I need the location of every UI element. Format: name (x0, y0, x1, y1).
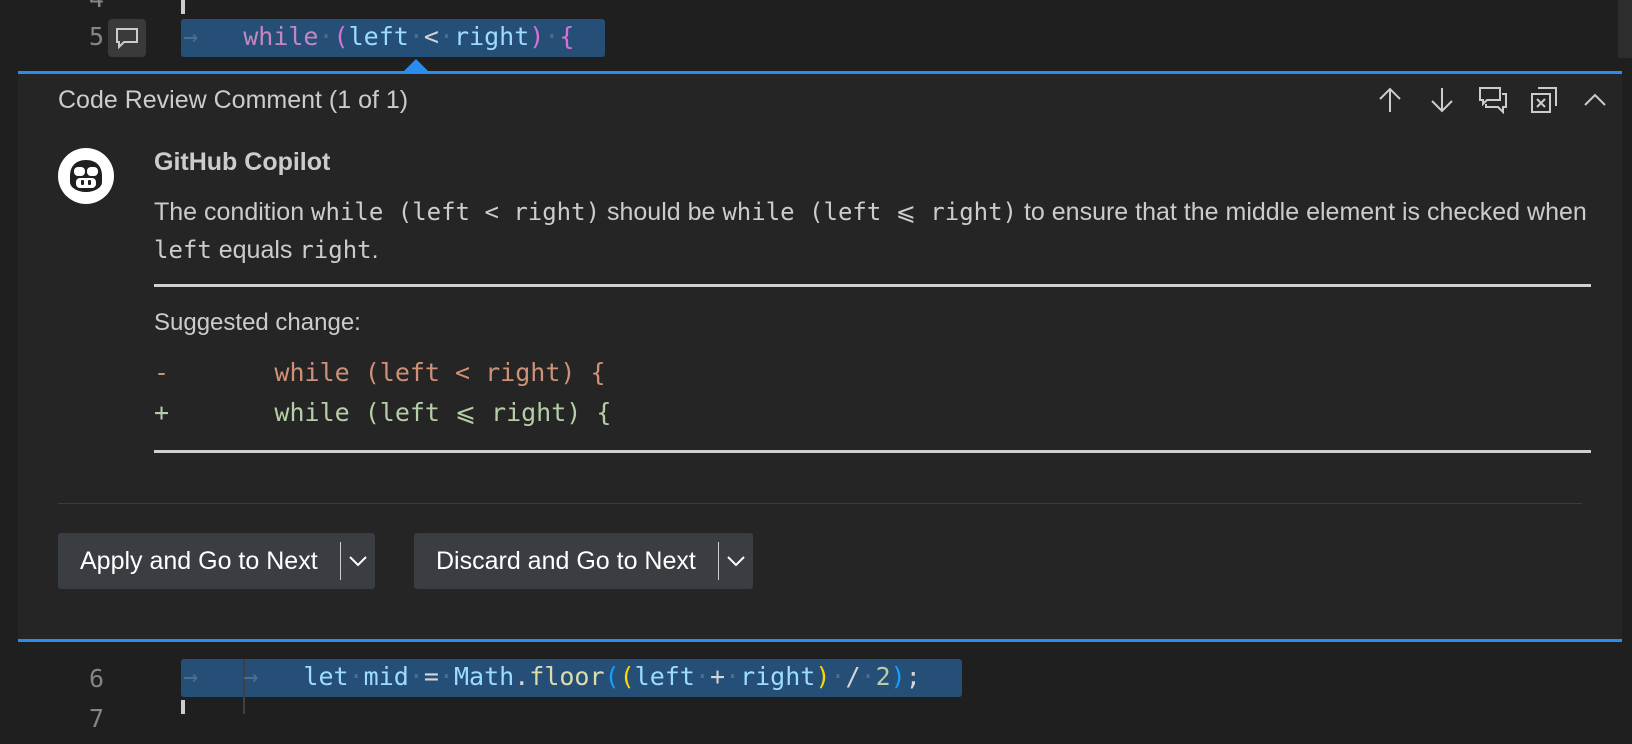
suggestion-top-rule (154, 284, 1591, 287)
code-text: → → let·mid·=·Math.floor((left·+·right)·… (183, 662, 921, 691)
chevron-down-icon (348, 556, 367, 567)
actions-divider (58, 503, 1582, 504)
diff-removed-line: - while (left < right) { (154, 358, 606, 387)
code-token: ( (604, 662, 620, 691)
code-token: mid (363, 662, 409, 691)
code-token: + (709, 662, 725, 691)
code-token: right (454, 22, 530, 51)
code-token: · (348, 662, 364, 691)
zone-pointer-arrow (403, 59, 429, 72)
code-token: · (830, 662, 846, 691)
line-number: 6 (88, 664, 104, 693)
code-token: floor (529, 662, 605, 691)
comment-text: should be (600, 198, 723, 226)
gutter-indent-mark (181, 700, 185, 714)
line-number: 7 (88, 704, 104, 733)
code-token: left (348, 22, 409, 51)
line-number: 4 (64, 0, 104, 13)
copilot-icon (70, 160, 102, 192)
vertical-scrollbar[interactable] (1618, 0, 1632, 58)
code-token: ( (619, 662, 635, 691)
diff-added-line: + while (left ⩽ right) { (154, 398, 612, 427)
code-token: right (740, 662, 816, 691)
arrow-up-icon[interactable] (1373, 83, 1407, 117)
code-token: left (634, 662, 695, 691)
apply-and-next-button[interactable]: Apply and Go to Next (58, 547, 340, 576)
comment-body: The condition while (left < right) shoul… (154, 193, 1594, 269)
comment-text: The condition (154, 198, 312, 226)
comment-text: equals (211, 236, 300, 264)
copilot-avatar (58, 148, 114, 204)
code-token: · (544, 22, 560, 51)
zone-top-border (18, 71, 1622, 74)
code-token: · (438, 22, 455, 51)
discard-split-button: Discard and Go to Next (414, 533, 753, 589)
code-token: · (725, 662, 741, 691)
code-token: → (183, 22, 244, 51)
comment-text: . (371, 236, 379, 264)
code-token: ; (905, 662, 921, 691)
code-token: while (243, 22, 319, 51)
code-token: · (408, 22, 424, 51)
code-token: · (318, 22, 334, 51)
comment-glyph-icon[interactable] (108, 19, 146, 57)
collapse-icon[interactable] (1578, 83, 1612, 117)
inline-code: while (left < right) (311, 198, 601, 226)
inline-code: right (299, 236, 372, 264)
code-token: ) (815, 662, 831, 691)
suggestion-bottom-rule (154, 450, 1591, 453)
code-token: 2 (875, 662, 891, 691)
code-token: < (423, 22, 439, 51)
code-token: · (438, 662, 454, 691)
chevron-down-icon (727, 556, 745, 567)
discard-dropdown-button[interactable] (719, 533, 753, 589)
code-token: . (514, 662, 530, 691)
discard-and-next-button[interactable]: Discard and Go to Next (414, 547, 718, 576)
code-token: ( (333, 22, 349, 51)
code-token: · (408, 662, 424, 691)
close-all-icon[interactable] (1527, 83, 1561, 117)
code-text: → while·(left·<·right)·{ (183, 22, 574, 51)
code-token: { (559, 22, 575, 51)
comment-author: GitHub Copilot (154, 148, 331, 176)
code-token: = (423, 662, 439, 691)
line-number: 5 (88, 22, 104, 51)
code-token: let (303, 662, 349, 691)
comment-text: to ensure that the middle element is che… (1017, 198, 1587, 226)
suggested-change-label: Suggested change: (154, 309, 361, 336)
code-token: → → (183, 662, 304, 691)
inline-code: while (left ⩽ right) (722, 198, 1018, 226)
code-line-7: 7 (0, 700, 1632, 744)
code-token: · (860, 662, 876, 691)
code-token: ) (529, 22, 545, 51)
code-token: · (694, 662, 710, 691)
code-token: Math (453, 662, 515, 691)
code-token: ) (890, 662, 906, 691)
arrow-down-icon[interactable] (1425, 83, 1459, 117)
comment-discussion-icon[interactable] (1476, 83, 1510, 117)
code-token: / (845, 662, 861, 691)
apply-split-button: Apply and Go to Next (58, 533, 375, 589)
inline-code: left (154, 236, 212, 264)
gutter-indent-mark (181, 0, 185, 14)
zone-title: Code Review Comment (1 of 1) (58, 86, 409, 114)
zone-bottom-border (18, 639, 1622, 642)
apply-dropdown-button[interactable] (341, 533, 375, 589)
